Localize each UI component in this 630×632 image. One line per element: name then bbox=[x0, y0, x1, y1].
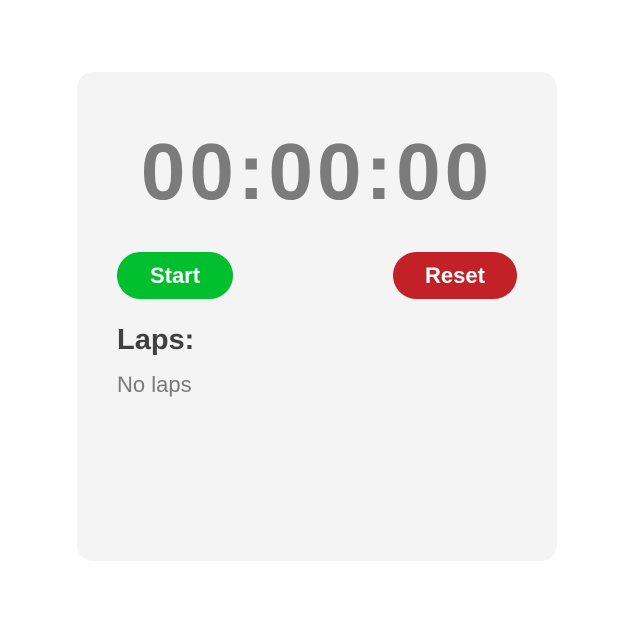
reset-button[interactable]: Reset bbox=[393, 252, 517, 299]
timer-display: 00:00:00 bbox=[140, 127, 494, 216]
laps-heading: Laps: bbox=[117, 324, 195, 356]
start-button[interactable]: Start bbox=[117, 252, 233, 299]
stopwatch-card: 00:00:00 Start Reset Laps: No laps bbox=[77, 72, 557, 561]
laps-empty-message: No laps bbox=[117, 372, 192, 397]
